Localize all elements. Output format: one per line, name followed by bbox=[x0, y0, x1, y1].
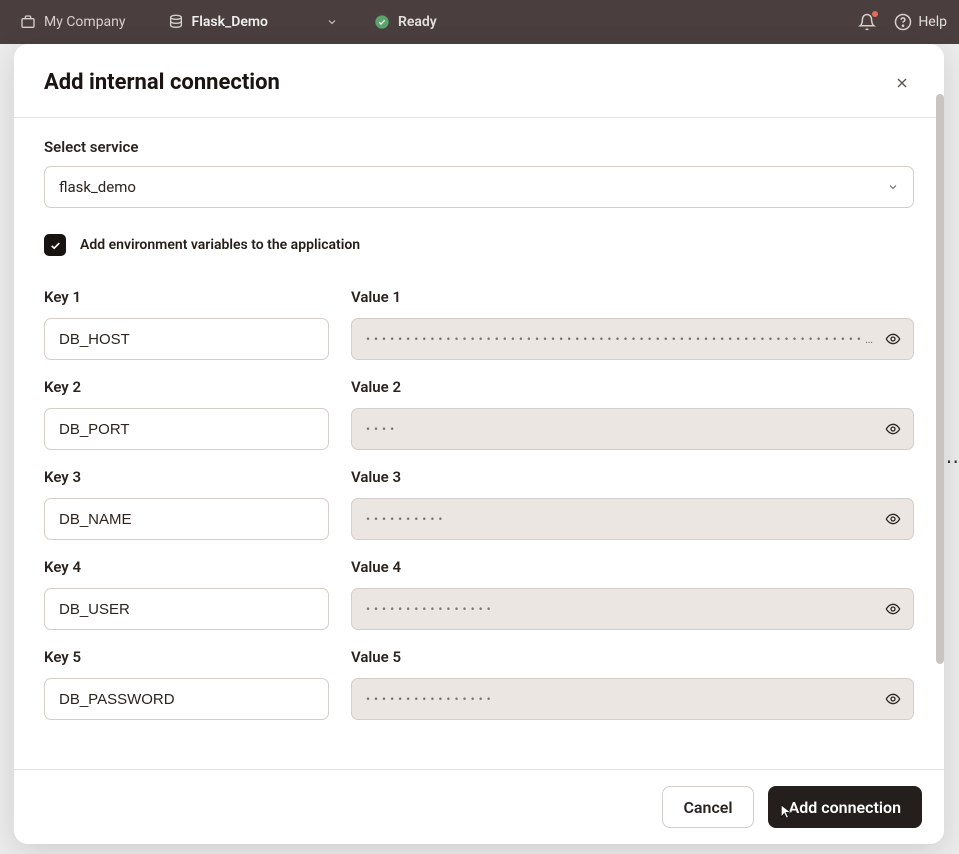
service-value: flask_demo bbox=[59, 178, 136, 196]
modal-body: Select service flask_demo Add environmen… bbox=[14, 118, 944, 769]
briefcase-icon bbox=[20, 14, 36, 30]
help-circle-icon bbox=[894, 13, 912, 31]
key-input[interactable] bbox=[44, 408, 329, 450]
key-input[interactable] bbox=[44, 318, 329, 360]
stage: ⋯ Add internal connection Select service… bbox=[0, 44, 959, 854]
chevron-down-icon bbox=[887, 181, 899, 193]
service-label: Select service bbox=[44, 138, 914, 156]
env-vars-grid: Key 1Value 1••••••••••••••••••••••••••••… bbox=[44, 270, 914, 720]
value-col: Value 5 •••••••••••••••• bbox=[351, 648, 914, 720]
notifications-button[interactable] bbox=[858, 13, 876, 31]
value-label: Value 5 bbox=[351, 648, 914, 666]
project-name: Flask_Demo bbox=[192, 14, 268, 30]
project-switcher[interactable]: Flask_Demo bbox=[160, 10, 346, 34]
key-label: Key 4 bbox=[44, 558, 329, 576]
value-col: Value 4 •••••••••••••••• bbox=[351, 558, 914, 630]
eye-icon[interactable] bbox=[885, 511, 901, 527]
value-col: Value 3 •••••••••• bbox=[351, 468, 914, 540]
app-header: My Company Flask_Demo Ready Help bbox=[0, 0, 959, 44]
modal-title: Add internal connection bbox=[44, 70, 280, 95]
close-button[interactable] bbox=[890, 71, 914, 95]
eye-icon[interactable] bbox=[885, 601, 901, 617]
key-col: Key 3 bbox=[44, 468, 329, 540]
value-input[interactable]: •••• bbox=[351, 408, 914, 450]
add-connection-modal: Add internal connection Select service f… bbox=[14, 44, 944, 844]
value-label: Value 4 bbox=[351, 558, 914, 576]
add-connection-button[interactable]: Add connection bbox=[768, 786, 922, 828]
cancel-label: Cancel bbox=[683, 798, 732, 817]
key-input[interactable] bbox=[44, 498, 329, 540]
cancel-button[interactable]: Cancel bbox=[662, 786, 753, 828]
value-label: Value 3 bbox=[351, 468, 914, 486]
help-button[interactable]: Help bbox=[894, 13, 947, 31]
key-label: Key 5 bbox=[44, 648, 329, 666]
key-col: Key 4 bbox=[44, 558, 329, 630]
eye-icon[interactable] bbox=[885, 331, 901, 347]
key-col: Key 2 bbox=[44, 378, 329, 450]
submit-label: Add connection bbox=[789, 798, 901, 817]
service-select[interactable]: flask_demo bbox=[44, 166, 914, 208]
check-circle-icon bbox=[374, 14, 390, 30]
value-masked: ••••••••••••••••••••••••••••••••••••••••… bbox=[366, 332, 877, 346]
key-col: Key 5 bbox=[44, 648, 329, 720]
key-col: Key 1 bbox=[44, 288, 329, 360]
value-input[interactable]: •••••••••• bbox=[351, 498, 914, 540]
close-icon bbox=[894, 75, 910, 91]
value-masked: •••••••••• bbox=[366, 512, 877, 526]
check-icon bbox=[49, 239, 62, 252]
value-input[interactable]: •••••••••••••••• bbox=[351, 678, 914, 720]
cursor-icon bbox=[779, 803, 793, 819]
chevron-down-icon bbox=[326, 16, 338, 28]
env-vars-label: Add environment variables to the applica… bbox=[80, 237, 360, 253]
value-masked: •••••••••••••••• bbox=[366, 602, 877, 616]
eye-icon[interactable] bbox=[885, 421, 901, 437]
eye-icon[interactable] bbox=[885, 691, 901, 707]
modal-header: Add internal connection bbox=[14, 44, 944, 118]
value-col: Value 2 •••• bbox=[351, 378, 914, 450]
value-label: Value 2 bbox=[351, 378, 914, 396]
company-name: My Company bbox=[44, 14, 126, 30]
modal-footer: Cancel Add connection bbox=[14, 769, 944, 844]
key-input[interactable] bbox=[44, 678, 329, 720]
status-indicator: Ready bbox=[374, 14, 437, 30]
scrollbar[interactable] bbox=[936, 94, 944, 664]
status-text: Ready bbox=[398, 14, 437, 30]
notification-dot-icon bbox=[872, 11, 878, 17]
value-label: Value 1 bbox=[351, 288, 914, 306]
value-input[interactable]: ••••••••••••••••••••••••••••••••••••••••… bbox=[351, 318, 914, 360]
database-icon bbox=[168, 14, 184, 30]
key-label: Key 2 bbox=[44, 378, 329, 396]
key-label: Key 1 bbox=[44, 288, 329, 306]
key-input[interactable] bbox=[44, 588, 329, 630]
company-switcher[interactable]: My Company bbox=[12, 10, 134, 34]
value-col: Value 1 •••••••••••••••••••••••••••••••••… bbox=[351, 288, 914, 360]
help-label: Help bbox=[918, 14, 947, 30]
env-vars-checkbox[interactable] bbox=[44, 234, 66, 256]
value-input[interactable]: •••••••••••••••• bbox=[351, 588, 914, 630]
value-masked: •••• bbox=[366, 422, 877, 436]
key-label: Key 3 bbox=[44, 468, 329, 486]
value-masked: •••••••••••••••• bbox=[366, 692, 877, 706]
